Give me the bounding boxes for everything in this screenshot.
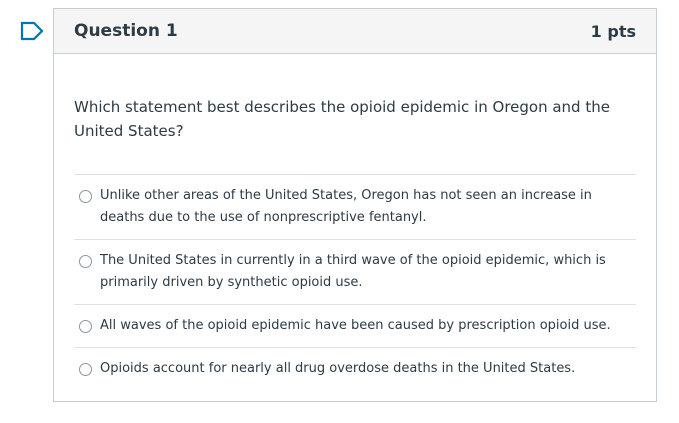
radio-button[interactable] — [79, 255, 92, 268]
radio-button[interactable] — [79, 190, 92, 203]
radio-button[interactable] — [79, 363, 92, 376]
question-header: Question 1 1 pts — [54, 9, 656, 54]
quiz-page: Question 1 1 pts Which statement best de… — [0, 0, 679, 423]
answer-label[interactable]: The United States in currently in a thir… — [100, 250, 636, 294]
question-card: Question 1 1 pts Which statement best de… — [53, 8, 657, 402]
flag-question-icon[interactable] — [20, 21, 46, 41]
question-text: Which statement best describes the opioi… — [74, 98, 610, 140]
answer-list: Unlike other areas of the United States,… — [74, 174, 636, 390]
answer-label[interactable]: Unlike other areas of the United States,… — [100, 185, 636, 229]
answer-label[interactable]: Opioids account for nearly all drug over… — [100, 358, 636, 380]
question-points: 1 pts — [590, 21, 636, 41]
answer-label[interactable]: All waves of the opioid epidemic have be… — [100, 315, 636, 337]
answer-option-2[interactable]: The United States in currently in a thir… — [74, 240, 636, 305]
answer-option-1[interactable]: Unlike other areas of the United States,… — [74, 175, 636, 240]
answer-option-3[interactable]: All waves of the opioid epidemic have be… — [74, 305, 636, 348]
radio-button[interactable] — [79, 320, 92, 333]
answer-option-4[interactable]: Opioids account for nearly all drug over… — [74, 348, 636, 390]
question-title: Question 1 — [74, 21, 178, 41]
question-body: Which statement best describes the opioi… — [54, 54, 656, 390]
